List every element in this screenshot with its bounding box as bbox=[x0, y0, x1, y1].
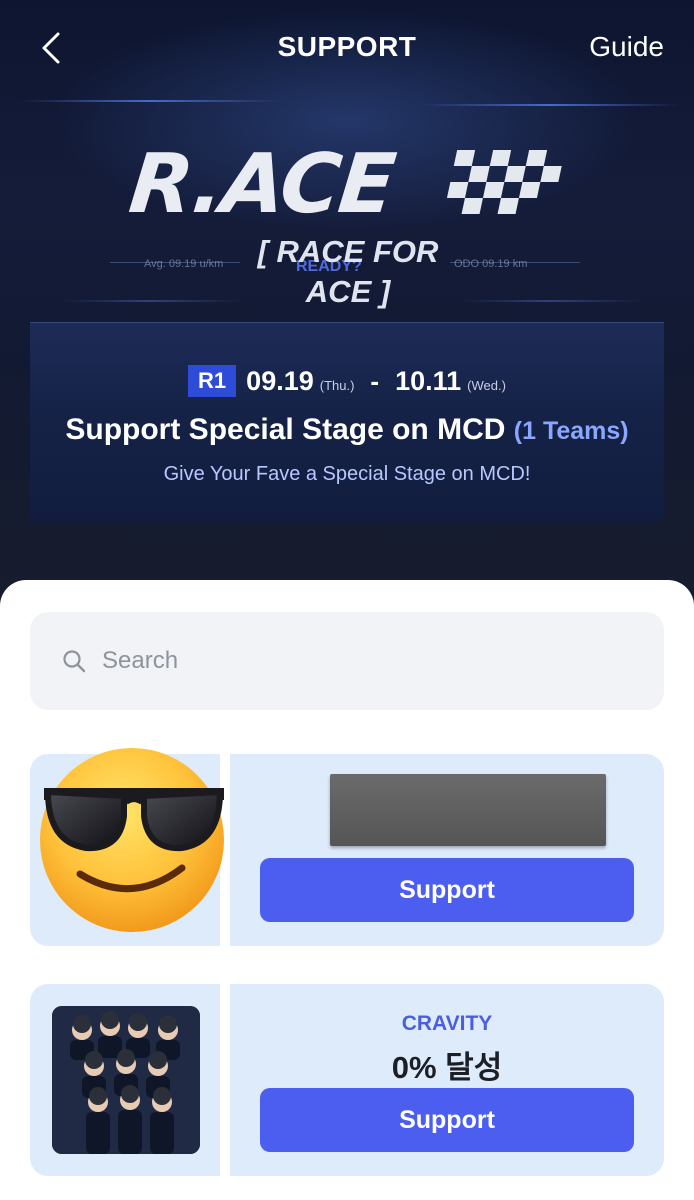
artist-photo bbox=[52, 1006, 200, 1154]
start-day: (Thu.) bbox=[319, 377, 355, 393]
race-logo: R.ACE bbox=[125, 137, 570, 232]
hud-label-right: ODO 09.19 km bbox=[454, 258, 528, 270]
artist-card: CRAVITY 0% 달성 Support bbox=[30, 984, 664, 1176]
hud-label-left: Avg. 09.19 u/km bbox=[144, 258, 224, 270]
support-button[interactable]: Support bbox=[260, 858, 634, 922]
top-bar: SUPPORT Guide bbox=[0, 0, 694, 100]
event-panel: R1 09.19 (Thu.) - 10.11 (Wed.) Support S… bbox=[30, 322, 664, 522]
event-title-text: Support Special Stage on MCD bbox=[65, 413, 506, 446]
round-badge: R1 bbox=[188, 365, 237, 397]
hero-banner: SUPPORT Guide R.ACE Avg. 09.19 u/km ODO … bbox=[0, 0, 694, 640]
logo-text: R.ACE bbox=[125, 137, 398, 232]
search-bar[interactable] bbox=[30, 612, 664, 710]
progress-text: 0% 달성 bbox=[391, 1050, 503, 1085]
guide-link[interactable]: Guide bbox=[589, 31, 664, 63]
artist-name: CRAVITY bbox=[401, 1012, 493, 1035]
support-button[interactable]: Support bbox=[260, 1088, 634, 1152]
content-sheet: Support bbox=[0, 580, 694, 1200]
card-divider bbox=[220, 984, 230, 1176]
sunglasses-emoji-icon bbox=[40, 748, 224, 932]
end-day: (Wed.) bbox=[467, 377, 506, 393]
event-title: Support Special Stage on MCD (1 Teams) bbox=[30, 413, 664, 447]
light-streak bbox=[20, 100, 280, 102]
artist-card: Support bbox=[30, 748, 664, 946]
light-streak bbox=[60, 300, 240, 302]
search-icon bbox=[63, 650, 86, 673]
date-range: R1 09.19 (Thu.) - 10.11 (Wed.) bbox=[30, 363, 664, 399]
date-separator: - bbox=[370, 365, 380, 396]
event-subtitle: Give Your Fave a Special Stage on MCD! bbox=[163, 463, 531, 485]
end-date: 10.11 bbox=[395, 365, 462, 396]
redacted-block bbox=[330, 774, 606, 846]
card-body: Support bbox=[230, 754, 664, 946]
tagline: [ RACE FOR ACE ] bbox=[257, 234, 439, 309]
search-input[interactable] bbox=[102, 647, 602, 675]
checkered-flag-icon bbox=[446, 150, 562, 214]
start-date: 09.19 bbox=[246, 365, 314, 396]
card-body: CRAVITY 0% 달성 Support bbox=[230, 984, 664, 1176]
light-streak bbox=[420, 104, 680, 106]
light-streak bbox=[460, 300, 640, 302]
team-count: (1 Teams) bbox=[513, 417, 629, 445]
